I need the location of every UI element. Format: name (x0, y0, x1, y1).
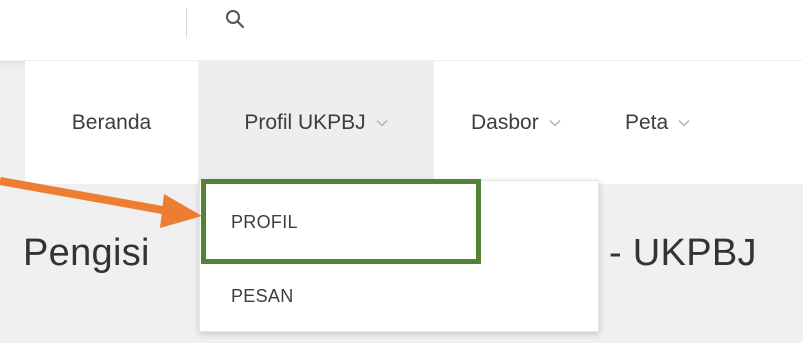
chevron-down-icon (549, 119, 561, 127)
nav-item-label: Dasbor (471, 110, 539, 134)
nav-item-profil-ukpbj[interactable]: Profil UKPBJ (198, 61, 434, 184)
main-navbar: Beranda Profil UKPBJ Dasbor Peta (25, 61, 803, 184)
search-icon[interactable] (224, 8, 246, 30)
highlight-box (201, 179, 481, 264)
page-title-suffix: - UKPBJ (609, 232, 757, 274)
nav-item-label: Peta (625, 110, 669, 134)
top-bar (0, 0, 803, 60)
page-title: Pengisi (23, 232, 150, 274)
chevron-down-icon (376, 119, 388, 127)
nav-item-beranda[interactable]: Beranda (25, 61, 198, 184)
nav-item-label: Beranda (71, 110, 152, 134)
dropdown-item-pesan[interactable]: PESAN (231, 286, 294, 307)
topbar-divider (186, 8, 187, 38)
nav-item-dasbor[interactable]: Dasbor (471, 61, 601, 184)
chevron-down-icon (678, 119, 690, 127)
nav-item-label: Profil UKPBJ (244, 110, 366, 134)
nav-item-peta[interactable]: Peta (625, 61, 745, 184)
